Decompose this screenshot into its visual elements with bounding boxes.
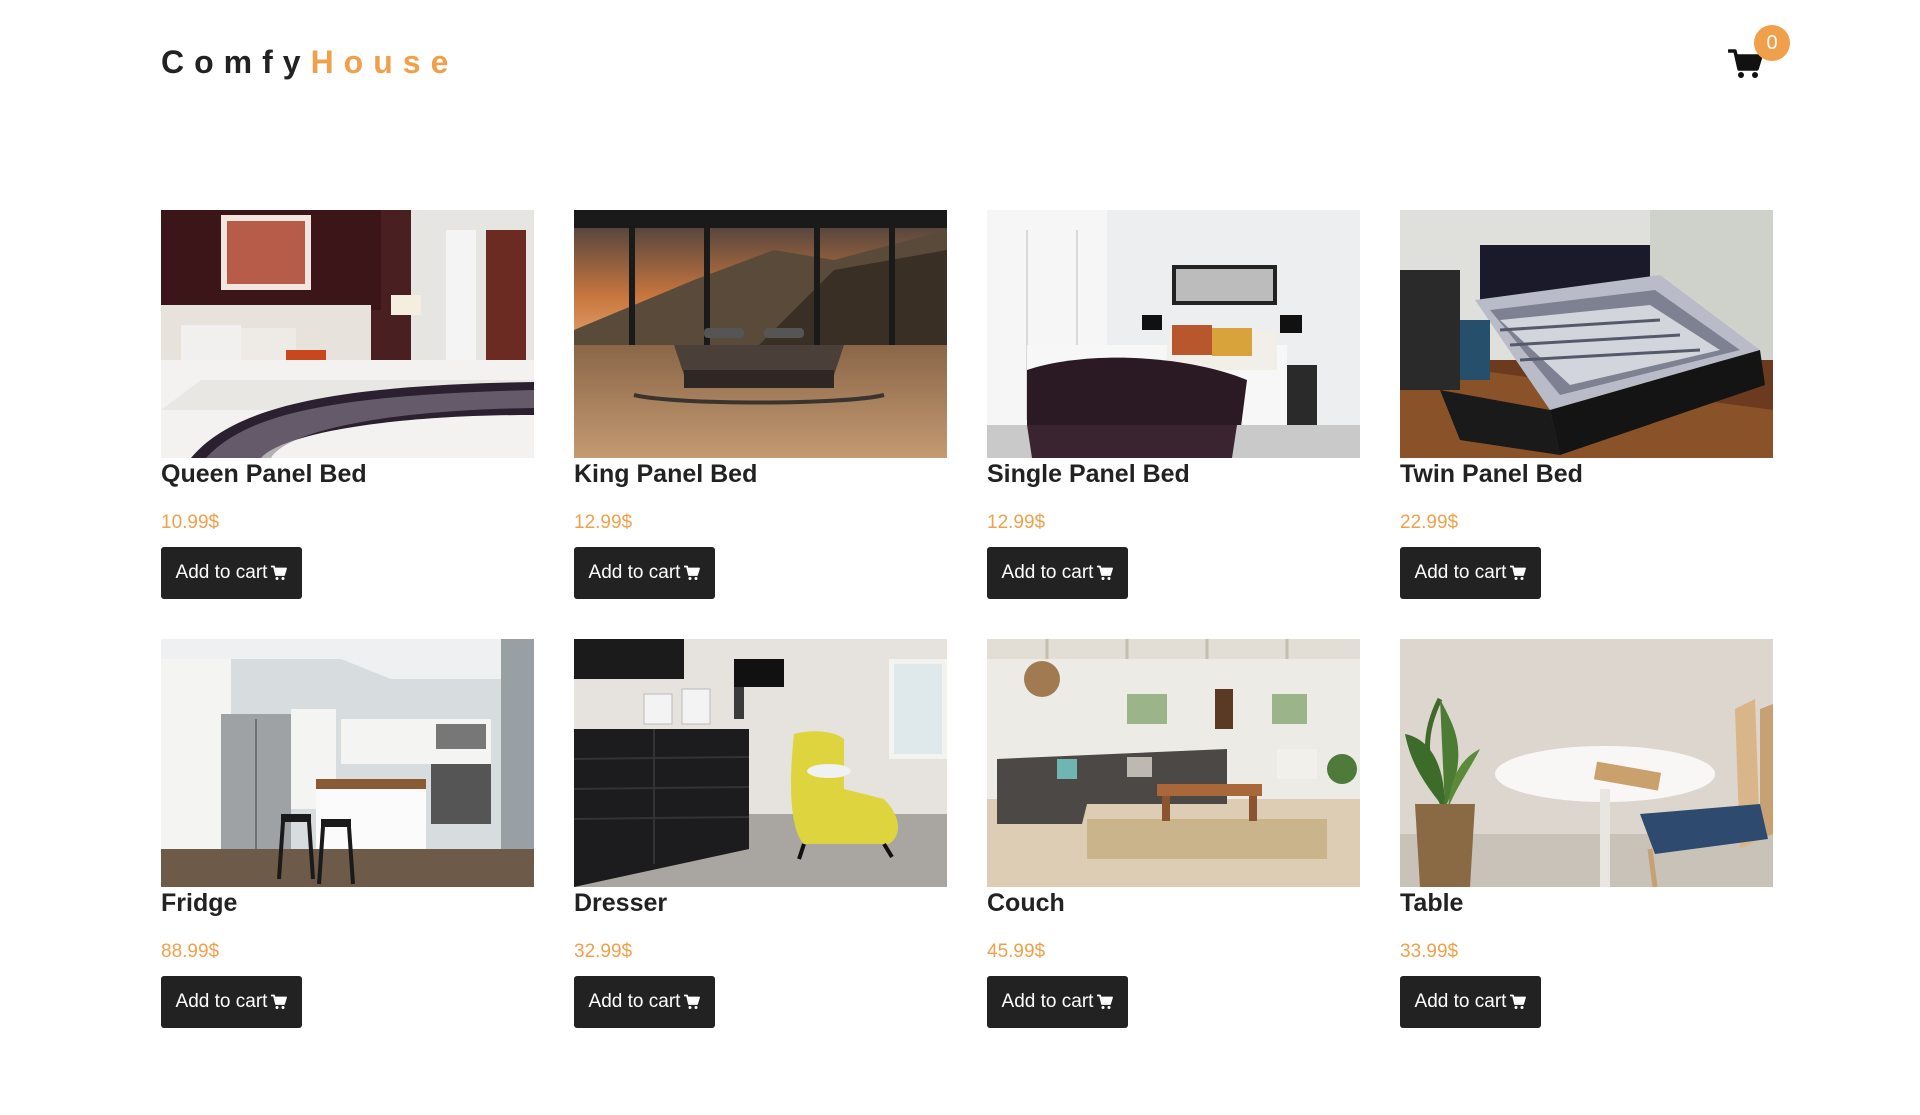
add-to-cart-label: Add to cart (1001, 991, 1094, 1012)
product-image (161, 639, 534, 887)
product-card: Queen Panel Bed 10.99$ Add to cart (161, 210, 534, 599)
add-to-cart-label: Add to cart (1414, 991, 1507, 1012)
product-image (1400, 639, 1773, 887)
product-title: Table (1400, 889, 1464, 917)
product-image (574, 639, 947, 887)
add-to-cart-button[interactable]: Add to cart (574, 547, 715, 599)
logo-text-comfy: Comfy (161, 44, 311, 80)
cart-icon (1097, 994, 1114, 1009)
cart-icon (1510, 994, 1527, 1009)
add-to-cart-label: Add to cart (588, 991, 681, 1012)
product-card: Dresser 32.99$ Add to cart (574, 639, 947, 1028)
product-title: Dresser (574, 889, 668, 917)
product-image (161, 210, 534, 458)
add-to-cart-label: Add to cart (588, 562, 681, 583)
add-to-cart-button[interactable]: Add to cart (161, 976, 302, 1028)
product-title: King Panel Bed (574, 460, 758, 488)
product-card: Couch 45.99$ Add to cart (987, 639, 1360, 1028)
product-card: Single Panel Bed 12.99$ Add to cart (987, 210, 1360, 599)
product-image (1400, 210, 1773, 458)
cart-icon (684, 994, 701, 1009)
product-title: Twin Panel Bed (1400, 460, 1583, 488)
add-to-cart-button[interactable]: Add to cart (1400, 976, 1541, 1028)
product-image (987, 639, 1360, 887)
cart-button[interactable]: 0 (1728, 25, 1790, 86)
product-price: 12.99$ (574, 512, 633, 533)
product-price: 45.99$ (987, 941, 1046, 962)
add-to-cart-label: Add to cart (1001, 562, 1094, 583)
product-price: 10.99$ (161, 512, 220, 533)
add-to-cart-label: Add to cart (175, 991, 268, 1012)
product-price: 12.99$ (987, 512, 1046, 533)
add-to-cart-button[interactable]: Add to cart (987, 547, 1128, 599)
product-title: Single Panel Bed (987, 460, 1190, 488)
product-price: 22.99$ (1400, 512, 1459, 533)
products-grid: Queen Panel Bed 10.99$ Add to cart King … (161, 210, 1773, 1028)
cart-icon (271, 994, 288, 1009)
product-card: King Panel Bed 12.99$ Add to cart (574, 210, 947, 599)
product-price: 33.99$ (1400, 941, 1459, 962)
product-card: Fridge 88.99$ Add to cart (161, 639, 534, 1028)
product-image (987, 210, 1360, 458)
product-title: Fridge (161, 889, 238, 917)
product-image (574, 210, 947, 458)
add-to-cart-button[interactable]: Add to cart (574, 976, 715, 1028)
brand-logo[interactable]: ComfyHouse (161, 44, 458, 81)
product-price: 32.99$ (574, 941, 633, 962)
cart-icon (1510, 565, 1527, 580)
logo-text-house: House (310, 44, 459, 80)
add-to-cart-button[interactable]: Add to cart (987, 976, 1128, 1028)
add-to-cart-label: Add to cart (175, 562, 268, 583)
product-title: Queen Panel Bed (161, 460, 367, 488)
product-card: Twin Panel Bed 22.99$ Add to cart (1400, 210, 1773, 599)
product-card: Table 33.99$ Add to cart (1400, 639, 1773, 1028)
cart-icon (1097, 565, 1114, 580)
navbar: ComfyHouse 0 (0, 0, 1920, 130)
product-price: 88.99$ (161, 941, 220, 962)
add-to-cart-button[interactable]: Add to cart (1400, 547, 1541, 599)
cart-icon (271, 565, 288, 580)
product-title: Couch (987, 889, 1065, 917)
add-to-cart-button[interactable]: Add to cart (161, 547, 302, 599)
cart-icon (684, 565, 701, 580)
cart-count-badge: 0 (1754, 25, 1790, 61)
add-to-cart-label: Add to cart (1414, 562, 1507, 583)
